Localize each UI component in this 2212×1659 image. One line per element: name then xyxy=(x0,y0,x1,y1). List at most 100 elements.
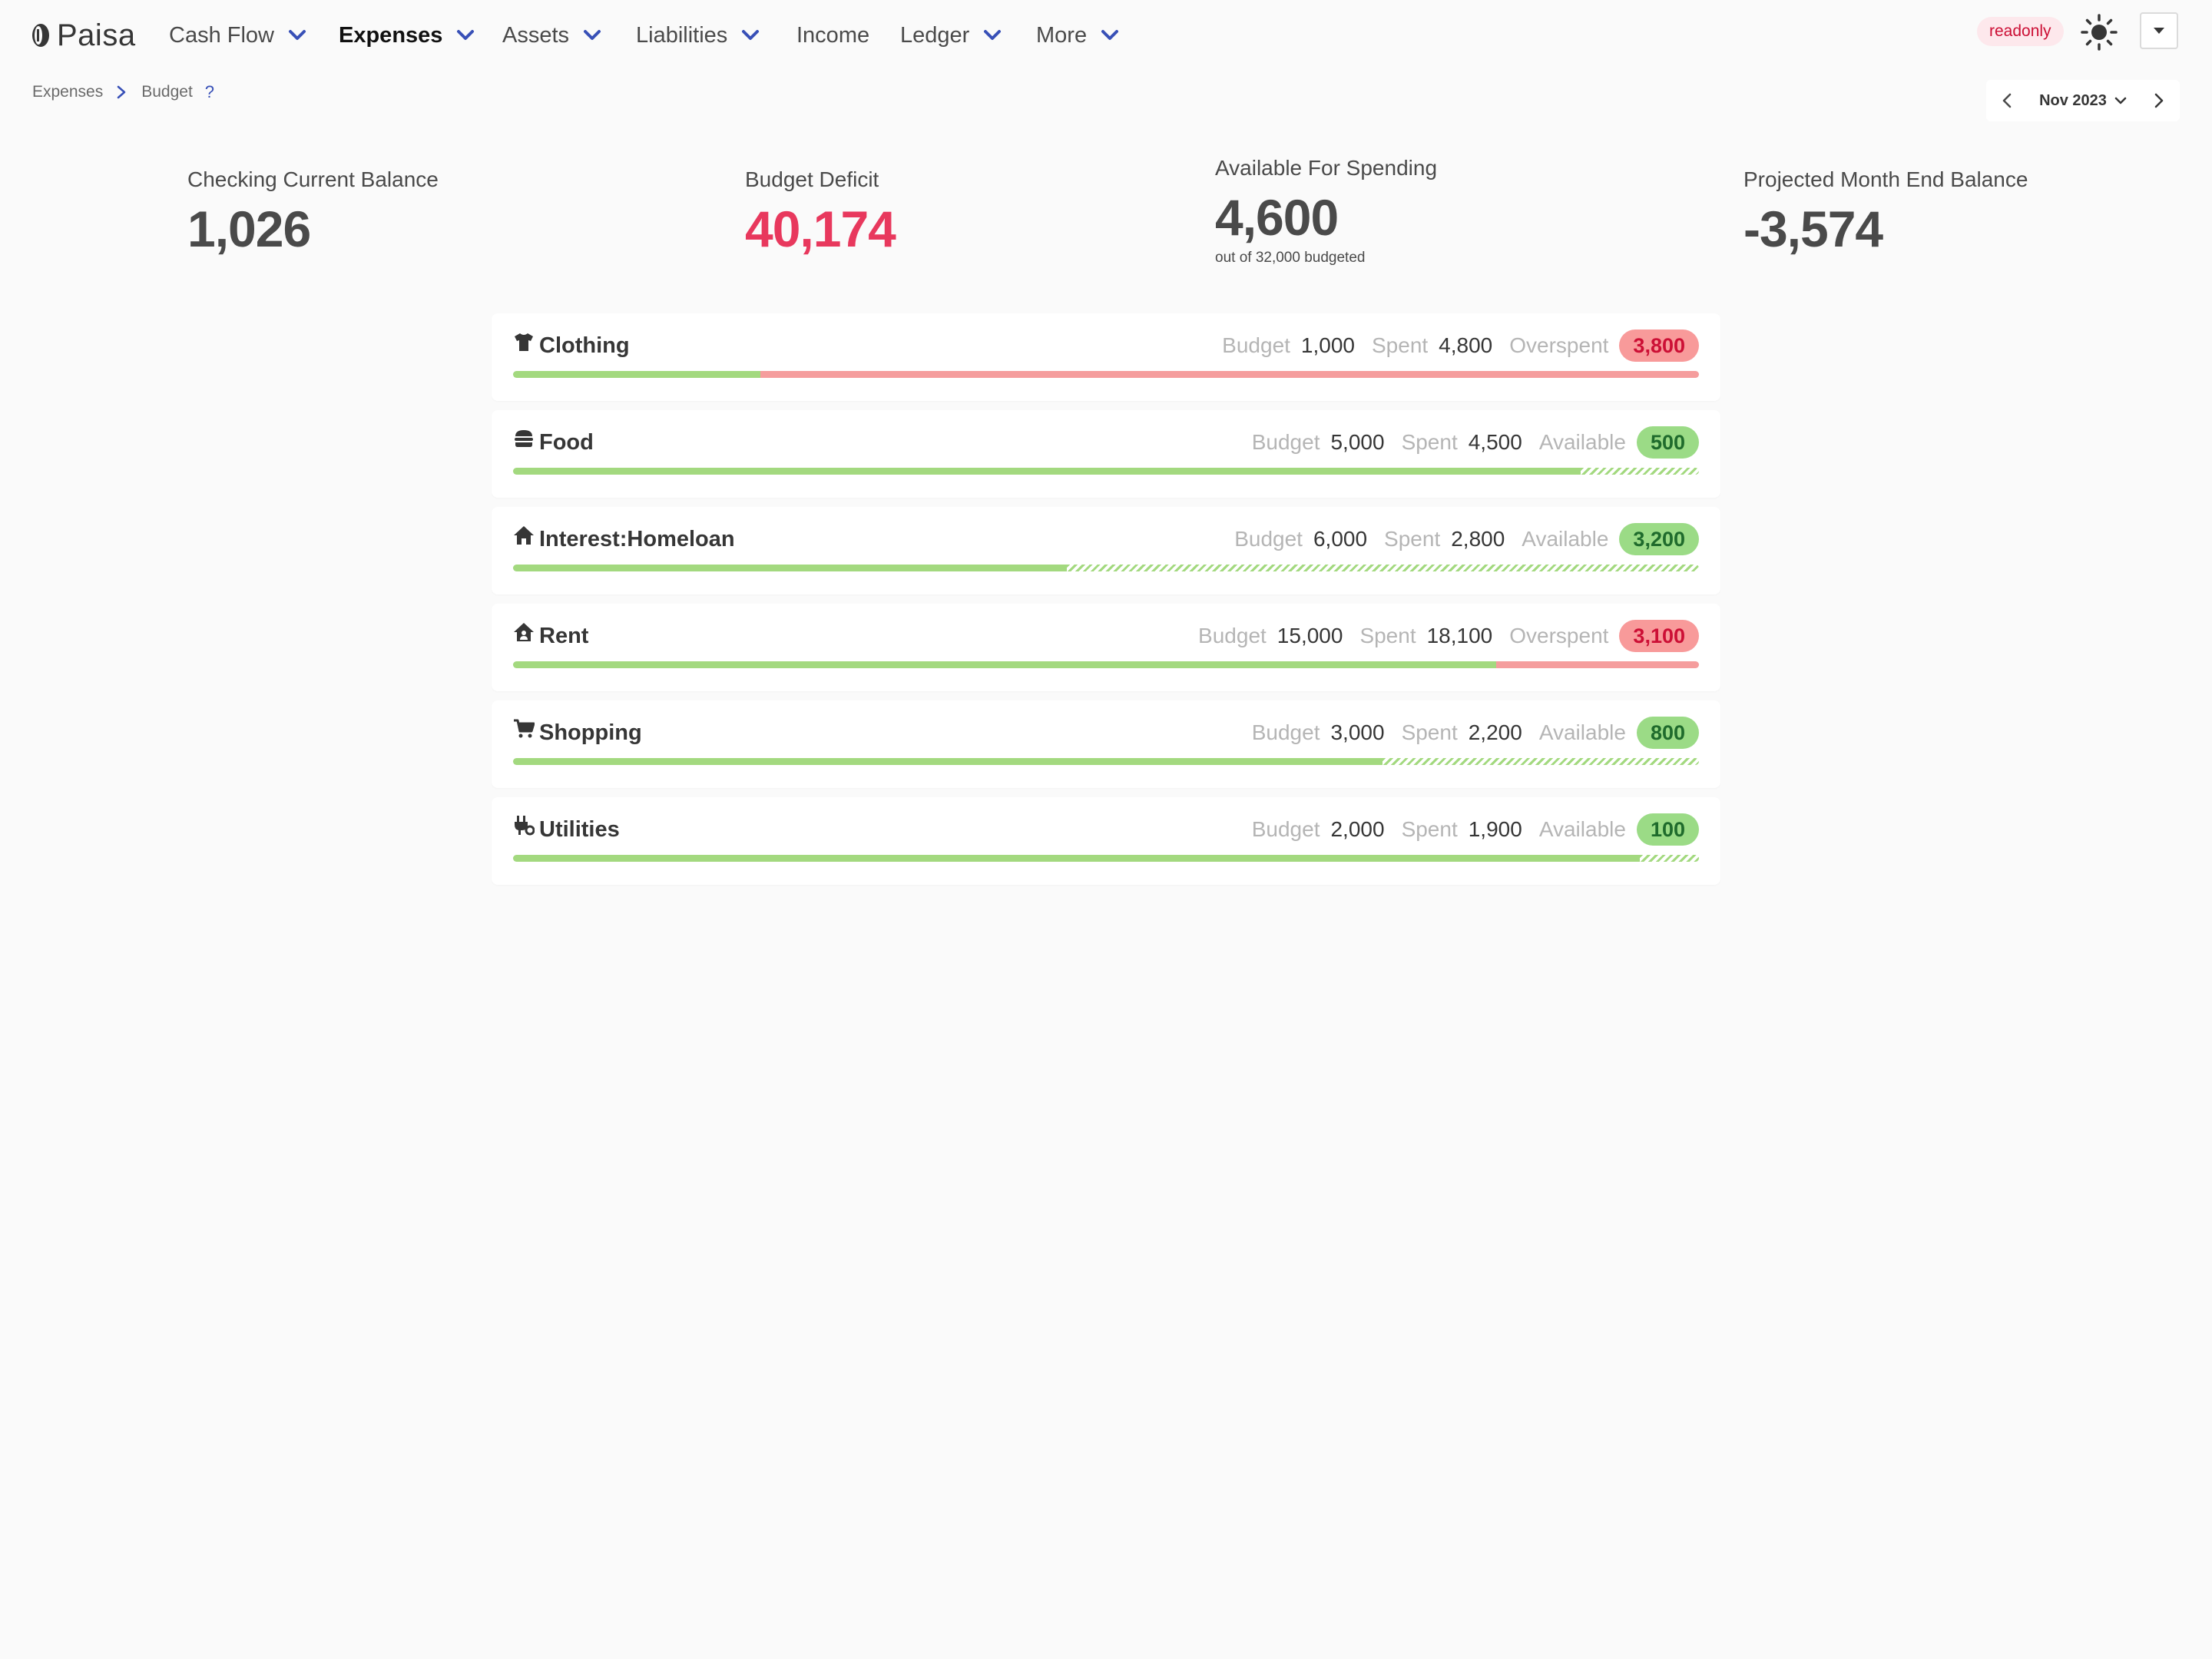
nav-label: Cash Flow xyxy=(169,22,274,48)
nav-income[interactable]: Income xyxy=(796,17,869,54)
budget-title: Clothing xyxy=(513,329,630,363)
chevron-down-icon xyxy=(742,30,760,40)
spent-value: 4,500 xyxy=(1468,430,1522,454)
status-badge: 3,200 xyxy=(1619,523,1699,555)
progress-fill xyxy=(513,661,1496,668)
budget-progress-bar xyxy=(513,855,1699,862)
chevron-down-icon xyxy=(2114,97,2127,104)
stat-available-for-spending: Available For Spending 4,600 out of 32,0… xyxy=(1215,156,1437,267)
budget-title: Shopping xyxy=(513,716,642,750)
spent-value: 1,900 xyxy=(1468,817,1522,841)
budget-name: Clothing xyxy=(539,333,630,358)
chevron-down-icon xyxy=(289,30,306,40)
chevron-down-icon xyxy=(584,30,601,40)
stat-value: 1,026 xyxy=(187,200,311,257)
status-label: Available xyxy=(1538,817,1626,841)
progress-remainder xyxy=(760,371,1699,378)
previous-month-button[interactable] xyxy=(1986,80,2028,121)
breadcrumb-budget: Budget xyxy=(141,83,193,101)
budget-progress-bar xyxy=(513,565,1699,571)
spent-label: Spent xyxy=(1384,527,1441,551)
spent-label: Spent xyxy=(1359,624,1416,647)
home-icon xyxy=(514,526,534,545)
nav-ledger[interactable]: Ledger xyxy=(900,17,1002,54)
help-icon[interactable]: ? xyxy=(205,82,214,102)
app-name: Paisa xyxy=(57,18,136,52)
spent-label: Spent xyxy=(1401,720,1458,744)
budget-label: Budget xyxy=(1251,720,1320,744)
chevron-right-icon xyxy=(117,85,126,99)
chevron-down-icon xyxy=(984,30,1002,40)
stat-label: Projected Month End Balance xyxy=(1743,167,2028,191)
status-badge: 500 xyxy=(1636,426,1699,459)
month-picker: Nov 2023 xyxy=(1986,80,2180,121)
budget-value: 3,000 xyxy=(1330,720,1385,744)
spent-label: Spent xyxy=(1401,817,1458,841)
progress-fill xyxy=(513,371,760,378)
budget-title: Rent xyxy=(513,619,588,653)
nav-label: More xyxy=(1036,22,1088,48)
stat-projected-balance: Projected Month End Balance -3,574 xyxy=(1743,167,2028,258)
progress-fill xyxy=(513,855,1640,862)
nav-assets[interactable]: Assets xyxy=(502,17,601,54)
budget-stats: Budget 3,000 Spent 2,200 Available 800 xyxy=(1252,716,1699,750)
sun-icon[interactable] xyxy=(2080,13,2118,51)
budget-title: Interest:Homeloan xyxy=(513,522,735,556)
budget-card-clothing: Clothing Budget 1,000 Spent 4,800 Oversp… xyxy=(492,313,1720,401)
tshirt-icon xyxy=(515,333,533,351)
budget-card-interest-homeloan: Interest:Homeloan Budget 6,000 Spent 2,8… xyxy=(492,507,1720,594)
budget-name: Shopping xyxy=(539,720,642,745)
budget-progress-bar xyxy=(513,758,1699,765)
progress-remainder xyxy=(1066,565,1699,571)
breadcrumb: Expenses Budget ? xyxy=(32,80,214,104)
coin-icon xyxy=(32,24,49,47)
status-badge: 3,100 xyxy=(1619,620,1699,652)
nav-liabilities[interactable]: Liabilities xyxy=(636,17,760,54)
app-logo[interactable]: Paisa xyxy=(31,14,136,57)
budget-title: Food xyxy=(513,426,594,459)
nav-cash-flow[interactable]: Cash Flow xyxy=(169,17,306,54)
stat-value: -3,574 xyxy=(1743,200,1883,257)
budget-name: Interest:Homeloan xyxy=(539,526,735,551)
chevron-right-icon xyxy=(2154,93,2164,108)
budget-name: Food xyxy=(539,429,594,455)
budget-card-rent: Rent Budget 15,000 Spent 18,100 Overspen… xyxy=(492,604,1720,691)
budget-label: Budget xyxy=(1222,333,1290,357)
status-badge: 800 xyxy=(1636,717,1699,749)
stat-value: 40,174 xyxy=(745,200,896,257)
nav-label: Income xyxy=(796,22,870,48)
nav-label: Expenses xyxy=(339,22,443,48)
stat-checking-balance: Checking Current Balance 1,026 xyxy=(187,167,439,258)
nav-more[interactable]: More xyxy=(1036,17,1119,54)
progress-remainder xyxy=(1639,855,1699,862)
budget-value: 2,000 xyxy=(1330,817,1385,841)
status-badge: 100 xyxy=(1636,813,1699,846)
stat-value: 4,600 xyxy=(1215,189,1339,246)
progress-remainder xyxy=(1495,661,1699,668)
status-label: Overspent xyxy=(1509,333,1609,357)
budget-label: Budget xyxy=(1198,624,1267,647)
budget-value: 15,000 xyxy=(1277,624,1343,647)
spent-value: 2,800 xyxy=(1451,527,1505,551)
budget-stats: Budget 15,000 Spent 18,100 Overspent 3,1… xyxy=(1198,619,1699,653)
stat-subtitle: out of 32,000 budgeted xyxy=(1215,250,1366,266)
month-select[interactable]: Nov 2023 xyxy=(2028,92,2138,110)
budget-list: Clothing Budget 1,000 Spent 4,800 Oversp… xyxy=(492,313,1720,894)
budget-stats: Budget 2,000 Spent 1,900 Available 100 xyxy=(1252,813,1699,846)
spent-value: 18,100 xyxy=(1426,624,1493,647)
progress-fill xyxy=(513,468,1581,475)
account-dropdown[interactable] xyxy=(2140,12,2178,49)
status-label: Available xyxy=(1538,430,1626,454)
house-user-icon xyxy=(514,623,534,641)
stat-budget-deficit: Budget Deficit 40,174 xyxy=(745,167,896,258)
budget-title: Utilities xyxy=(513,813,620,846)
chevron-down-icon xyxy=(457,30,475,40)
budget-card-utilities: Utilities Budget 2,000 Spent 1,900 Avail… xyxy=(492,797,1720,885)
caret-down-icon xyxy=(2154,28,2164,34)
spent-label: Spent xyxy=(1372,333,1429,357)
nav-label: Assets xyxy=(502,22,570,48)
nav-expenses[interactable]: Expenses xyxy=(339,17,475,54)
next-month-button[interactable] xyxy=(2138,80,2180,121)
breadcrumb-expenses[interactable]: Expenses xyxy=(32,83,103,101)
stat-label: Available For Spending xyxy=(1215,156,1438,180)
